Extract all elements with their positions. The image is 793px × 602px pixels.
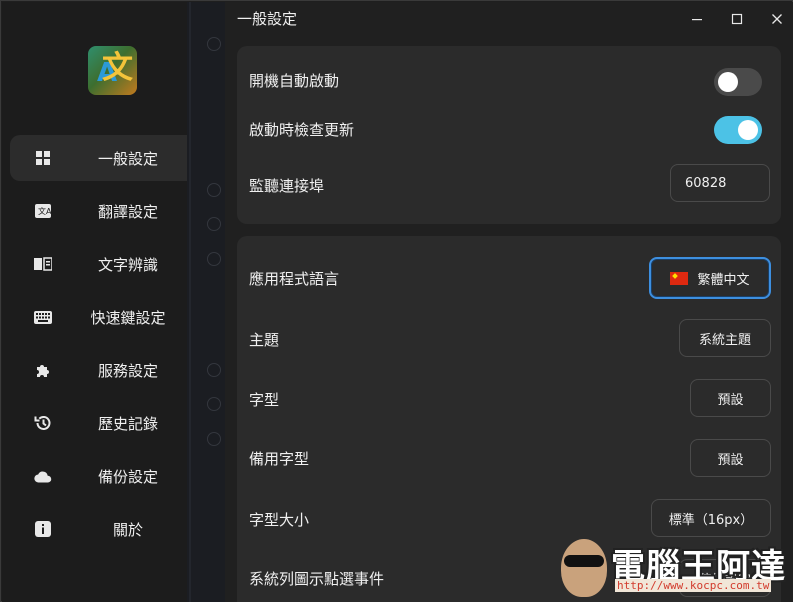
info-icon — [34, 520, 52, 538]
sidebar-item-label: 快速鍵設定 — [90, 308, 166, 327]
maximize-icon — [731, 13, 743, 25]
watermark-mascot-glasses — [564, 555, 604, 567]
logo-char-wen: 文 — [102, 50, 133, 86]
check-update-toggle[interactable] — [714, 116, 762, 144]
svg-text:文A: 文A — [38, 206, 51, 216]
language-select[interactable]: 繁體中文 — [649, 257, 771, 299]
font-size-select[interactable]: 標準（16px） — [651, 499, 771, 537]
toggle-knob — [718, 72, 738, 92]
port-label: 監聽連接埠 — [249, 177, 325, 195]
auto-start-toggle[interactable] — [714, 68, 762, 96]
sidebar-item-service[interactable]: 服務設定 — [10, 347, 215, 393]
ocr-icon — [34, 255, 52, 273]
fallback-font-select[interactable]: 預設 — [690, 439, 771, 477]
sidebar-item-hotkey[interactable]: 快速鍵設定 — [10, 294, 215, 340]
theme-select[interactable]: 系統主題 — [679, 319, 771, 357]
settings-panel: 一般設定 開機自動啟動 啟動時檢查更新 監聽連接埠 60828 應用程式語言 繁… — [225, 2, 793, 602]
watermark-mascot — [561, 539, 607, 597]
minimize-button[interactable] — [687, 10, 707, 28]
tray-click-label: 系統列圖示點選事件 — [249, 570, 385, 588]
background-ghost-icon — [207, 363, 221, 377]
background-window-strip — [187, 2, 225, 602]
sidebar-item-translate[interactable]: 文A 翻譯設定 — [10, 188, 215, 234]
general-settings-card: 開機自動啟動 啟動時檢查更新 監聽連接埠 60828 — [237, 46, 781, 224]
check-update-label: 啟動時檢查更新 — [249, 121, 355, 139]
font-value: 預設 — [717, 392, 744, 408]
sidebar-item-general[interactable]: 一般設定 — [10, 135, 215, 181]
fallback-font-value: 預設 — [717, 452, 744, 468]
background-ghost-icon — [207, 252, 221, 266]
china-flag-icon — [670, 271, 689, 285]
keyboard-icon — [34, 308, 52, 326]
fallback-font-label: 備用字型 — [249, 450, 310, 468]
background-ghost-icon — [207, 37, 221, 51]
background-ghost-icon — [207, 217, 221, 231]
sidebar-item-label: 翻譯設定 — [97, 202, 158, 221]
sidebar-item-label: 文字辨識 — [97, 255, 158, 274]
background-window-divider — [189, 2, 191, 602]
sidebar-item-label: 備份設定 — [97, 467, 158, 486]
sidebar-item-ocr[interactable]: 文字辨識 — [10, 241, 215, 287]
close-button[interactable] — [767, 10, 787, 28]
minimize-icon — [692, 19, 702, 21]
maximize-button[interactable] — [727, 10, 747, 28]
toggle-knob — [738, 120, 758, 140]
history-icon — [34, 414, 52, 432]
sidebar-item-backup[interactable]: 備份設定 — [10, 453, 215, 499]
background-ghost-icon — [207, 432, 221, 446]
sidebar-item-label: 關於 — [112, 520, 143, 539]
puzzle-icon — [34, 361, 52, 379]
language-value: 繁體中文 — [697, 272, 750, 288]
auto-start-label: 開機自動啟動 — [249, 72, 340, 90]
grid-icon — [34, 149, 52, 167]
language-label: 應用程式語言 — [249, 270, 340, 288]
font-label: 字型 — [249, 391, 280, 409]
sidebar-item-history[interactable]: 歷史記錄 — [10, 400, 215, 446]
port-input[interactable]: 60828 — [670, 164, 770, 202]
sidebar-item-label: 服務設定 — [97, 361, 158, 380]
window-title: 一般設定 — [237, 10, 298, 28]
sidebar-item-about[interactable]: 關於 — [10, 506, 215, 552]
app-logo: A 文 — [88, 46, 137, 95]
background-ghost-icon — [207, 183, 221, 197]
background-ghost-icon — [207, 397, 221, 411]
cloud-icon — [34, 467, 52, 485]
sidebar-item-label: 一般設定 — [97, 149, 158, 168]
font-select[interactable]: 預設 — [690, 379, 771, 417]
sidebar-item-label: 歷史記錄 — [97, 414, 158, 433]
app-window: A 文 一般設定 文A 翻譯設定 文字辨識 快速鍵設定 服務設定 歷史記錄 備份… — [0, 0, 793, 602]
theme-label: 主題 — [249, 331, 280, 349]
port-value: 60828 — [685, 175, 727, 191]
font-size-label: 字型大小 — [249, 511, 310, 529]
watermark: 電腦王阿達 http://www.kocpc.com.tw — [557, 537, 793, 602]
close-icon — [772, 14, 782, 24]
theme-value: 系統主題 — [698, 332, 751, 348]
font-size-value: 標準（16px） — [668, 512, 754, 528]
watermark-url: http://www.kocpc.com.tw — [615, 579, 772, 592]
translate-icon: 文A — [34, 202, 52, 220]
